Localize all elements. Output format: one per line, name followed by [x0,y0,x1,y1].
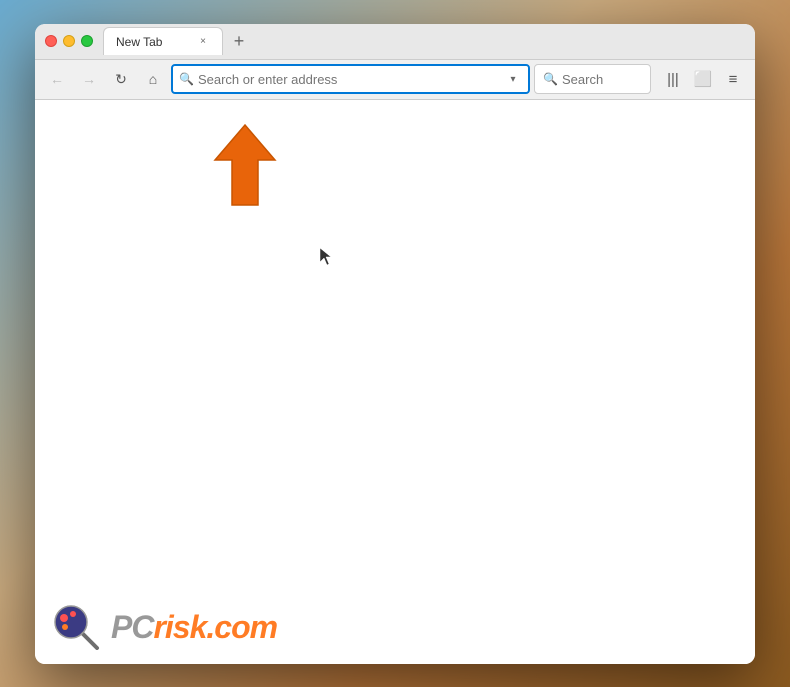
search-icon: 🔍 [543,72,558,86]
content-area: PCrisk.com [35,100,755,664]
forward-icon: → [82,71,96,87]
bookmarks-button[interactable]: ||| [659,65,687,93]
minimize-button[interactable] [63,35,75,47]
bookmarks-icon: ||| [667,71,679,88]
search-input[interactable] [562,72,642,87]
forward-button[interactable]: → [75,65,103,93]
arrow-svg [190,120,290,210]
back-icon: ← [50,71,64,87]
address-bar[interactable]: 🔍 ▾ [171,64,530,94]
pcrisk-logo-icon [51,602,101,652]
pcrisk-brand-text: PCrisk.com [111,611,277,643]
mouse-cursor [320,248,332,266]
tab-label: New Tab [116,35,162,49]
search-bar[interactable]: 🔍 [534,64,651,94]
tab-bar: New Tab × + [103,27,745,55]
address-dropdown-button[interactable]: ▾ [504,70,522,88]
browser-window: New Tab × + ← → ↻ ⌂ 🔍 ▾ 🔍 [35,24,755,664]
arrow-annotation [190,120,290,210]
pcrisk-risk: risk.com [153,609,277,645]
synced-tabs-button[interactable]: ⬜ [689,65,717,93]
menu-icon: ≡ [729,71,738,88]
maximize-button[interactable] [81,35,93,47]
tab-close-button[interactable]: × [196,35,210,49]
refresh-button[interactable]: ↻ [107,65,135,93]
active-tab[interactable]: New Tab × [103,27,223,55]
title-bar: New Tab × + [35,24,755,60]
menu-button[interactable]: ≡ [719,65,747,93]
back-button[interactable]: ← [43,65,71,93]
nav-bar: ← → ↻ ⌂ 🔍 ▾ 🔍 ||| ⬜ ≡ [35,60,755,100]
refresh-icon: ↻ [115,71,127,88]
address-input[interactable] [198,72,500,87]
nav-tools: ||| ⬜ ≡ [659,65,747,93]
address-search-icon: 🔍 [179,72,194,86]
home-icon: ⌂ [149,71,157,87]
home-button[interactable]: ⌂ [139,65,167,93]
close-button[interactable] [45,35,57,47]
traffic-lights [45,35,93,47]
pcrisk-pc: PC [111,609,153,645]
watermark: PCrisk.com [51,602,277,652]
synced-tabs-icon: ⬜ [694,70,713,88]
new-tab-button[interactable]: + [227,29,251,53]
